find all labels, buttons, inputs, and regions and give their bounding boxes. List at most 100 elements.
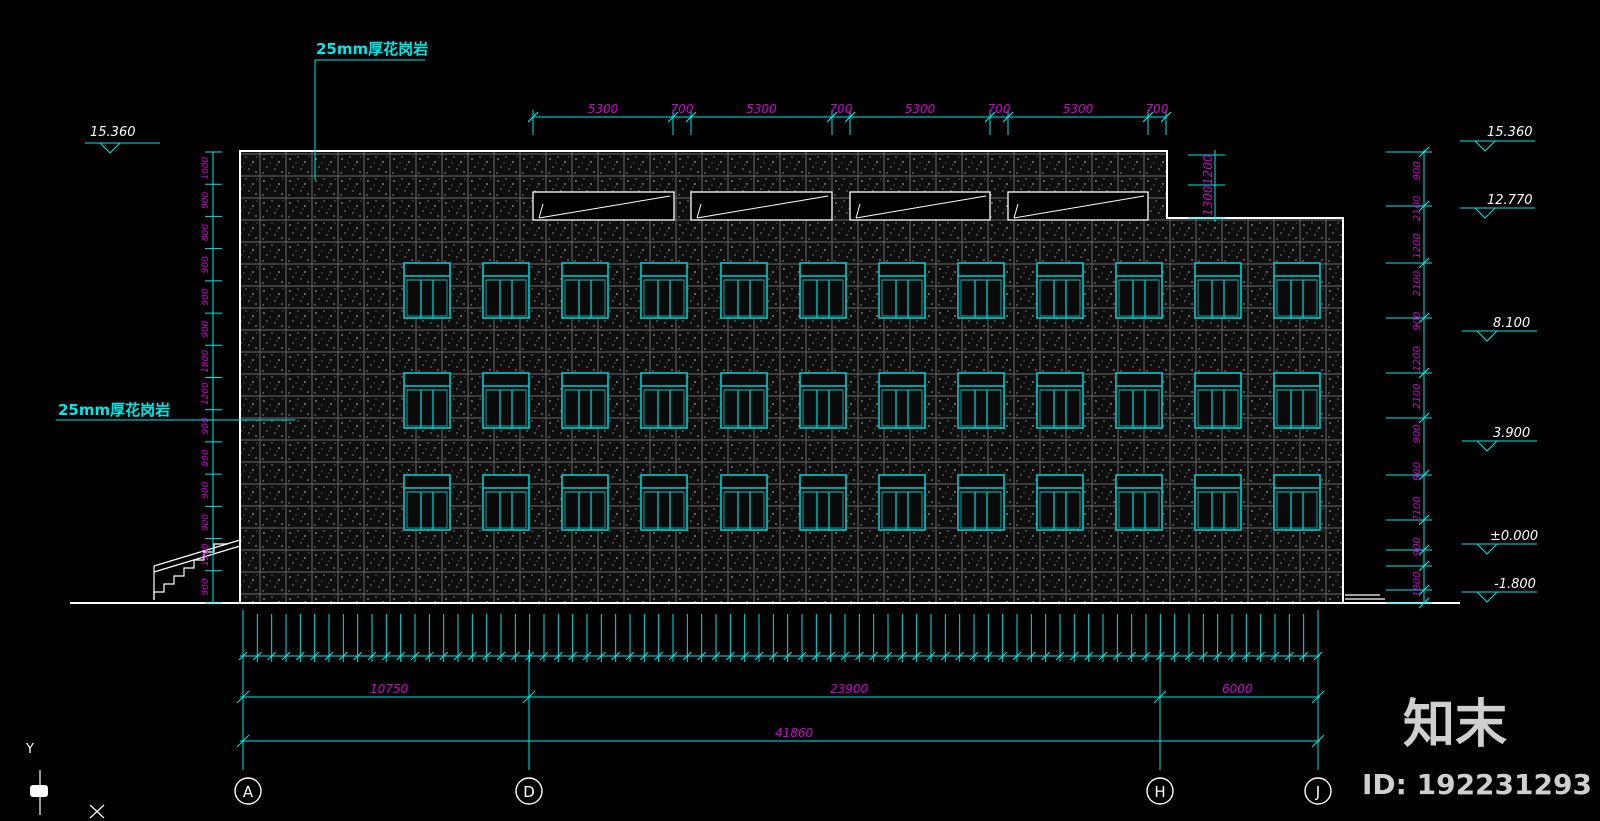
ucs-icon	[30, 770, 105, 819]
top-dim-label: 700	[671, 102, 694, 116]
window	[561, 262, 609, 319]
top-dim-label: 5300	[905, 102, 936, 116]
window	[720, 372, 768, 429]
left-vdim-label: 900	[201, 481, 211, 498]
window	[640, 372, 688, 429]
axis-label-j: J	[1315, 783, 1320, 801]
roof-step-dim-1: 1200	[1201, 154, 1215, 185]
top-dim-label: 5300	[1063, 102, 1094, 116]
left-vdim-label: 900	[201, 320, 211, 337]
window	[799, 372, 847, 429]
window	[403, 262, 451, 319]
axis-label-d: D	[523, 783, 535, 801]
left-vdim-label: 1200	[201, 382, 211, 405]
window	[561, 372, 609, 429]
top-dimension-chain: 5300 700 5300 700 5300 700 5300 700	[527, 102, 1172, 135]
top-dim-label: 700	[830, 102, 853, 116]
right-elevation-2: 12.770	[1487, 193, 1533, 208]
right-elevation-1: 15.360	[1487, 125, 1533, 140]
right-vdim-label: 900	[1412, 161, 1423, 180]
window	[799, 262, 847, 319]
window	[561, 474, 609, 531]
window	[1273, 372, 1321, 429]
material-annotation-top: 25mm厚花岗岩	[316, 40, 428, 58]
right-vdim-label: 900	[1412, 312, 1423, 331]
axis-bubbles	[234, 777, 1332, 805]
window	[720, 474, 768, 531]
cad-drawing-canvas[interactable]: 5300 700 5300 700 5300 700 5300 700 1200 1300 1…	[0, 0, 1600, 821]
clerestory-window	[532, 191, 675, 221]
left-vdim-label: 900	[201, 191, 211, 208]
left-elevation-label: 15.360	[90, 125, 136, 140]
window	[1194, 474, 1242, 531]
bottom-dim-2: 23900	[830, 682, 869, 696]
window	[1036, 372, 1084, 429]
window	[957, 262, 1005, 319]
window	[878, 372, 926, 429]
right-vdim-label: 2100	[1412, 496, 1423, 521]
left-vdim-label: 900	[201, 288, 211, 305]
window	[1115, 474, 1163, 531]
right-vdim-label: 1800	[1412, 571, 1423, 596]
window	[1273, 262, 1321, 319]
window	[799, 474, 847, 531]
left-vdim-label: 900	[201, 514, 211, 531]
window	[1273, 474, 1321, 531]
right-vdim-label: 2100	[1412, 196, 1423, 221]
window	[1115, 372, 1163, 429]
left-vdim-label: 800	[201, 449, 211, 466]
right-elevation-3: 8.100	[1493, 316, 1530, 331]
left-vdim-label: 1200	[201, 543, 211, 566]
left-vdim-label: 1800	[201, 350, 211, 373]
left-vdim-label: 1000	[201, 156, 211, 179]
window	[957, 372, 1005, 429]
window	[720, 262, 768, 319]
clerestory-window	[690, 191, 833, 221]
bottom-dim-3: 6000	[1222, 682, 1253, 696]
right-vdim-label: 900	[1412, 537, 1423, 556]
window	[403, 474, 451, 531]
right-elevation-5: ±0.000	[1490, 529, 1538, 544]
right-vertical-dimension-chain: 900 2100 1200 2100 900 1200 2100 900 900 2100 900 1…	[1386, 146, 1432, 609]
top-dim-label: 5300	[746, 102, 777, 116]
watermark-logo: 知末	[1403, 695, 1507, 755]
window	[482, 474, 530, 531]
left-vdim-label: 900	[201, 256, 211, 273]
ucs-y-label: Y	[25, 742, 34, 757]
window	[878, 474, 926, 531]
window	[403, 372, 451, 429]
watermark-id: ID: 192231293	[1362, 768, 1592, 801]
top-dim-label: 700	[988, 102, 1011, 116]
axis-label-a: A	[243, 783, 254, 801]
left-vdim-label: 800	[201, 224, 211, 241]
window	[640, 474, 688, 531]
window	[1194, 262, 1242, 319]
right-vdim-label: 900	[1412, 424, 1423, 443]
bottom-total-dim: 41860	[775, 726, 814, 740]
window	[878, 262, 926, 319]
clerestory-window	[849, 191, 991, 221]
axis-label-h: H	[1154, 783, 1165, 801]
window	[957, 474, 1005, 531]
top-dim-label: 700	[1146, 102, 1169, 116]
window	[1036, 474, 1084, 531]
right-vdim-label: 1200	[1412, 233, 1423, 258]
window	[482, 372, 530, 429]
roof-step-dim-2: 1300	[1201, 185, 1215, 216]
window	[1115, 262, 1163, 319]
window	[482, 262, 530, 319]
window	[1194, 372, 1242, 429]
material-annotation-left: 25mm厚花岗岩	[58, 401, 170, 419]
right-elevation-6: -1.800	[1494, 577, 1536, 592]
window	[640, 262, 688, 319]
top-dim-label: 5300	[588, 102, 619, 116]
right-vdim-label: 900	[1412, 462, 1423, 481]
right-vdim-label: 1200	[1412, 346, 1423, 371]
left-vdim-label: 900	[201, 578, 211, 595]
bottom-dim-1: 10750	[370, 682, 409, 696]
clerestory-window	[1007, 191, 1149, 221]
right-vdim-label: 2100	[1412, 271, 1423, 296]
left-vertical-dimension-chain: 1000 900 800 900 900 900 1800 1200 900 800 900 900 1…	[201, 151, 222, 604]
right-vdim-label: 2100	[1412, 384, 1423, 409]
window	[1036, 262, 1084, 319]
